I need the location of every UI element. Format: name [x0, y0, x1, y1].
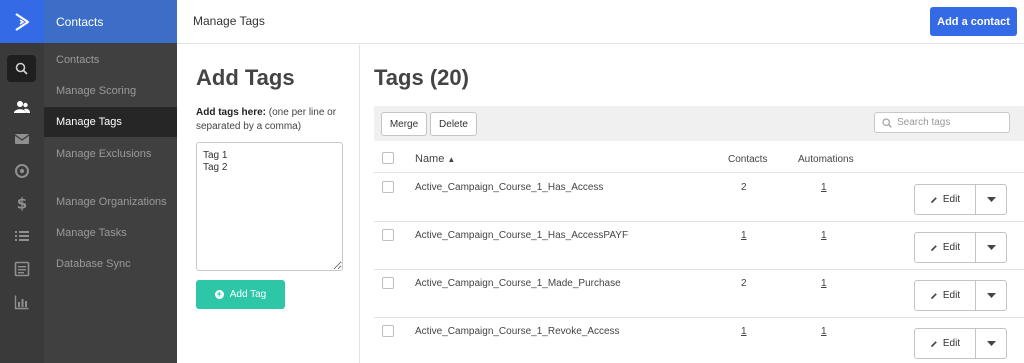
pencil-icon	[930, 244, 937, 251]
chevron-down-icon[interactable]	[976, 185, 1006, 214]
search-icon	[882, 117, 892, 128]
sidebar: Contacts Contacts Manage Scoring Manage …	[44, 0, 177, 363]
table-row: Active_Campaign_Course_1_Has_AccessPAYF …	[374, 222, 1024, 270]
tag-contacts-link[interactable]: 1	[741, 230, 747, 241]
edit-button-label: Edit	[942, 194, 961, 205]
column-header-name[interactable]: Name ▲	[415, 153, 455, 165]
sidebar-item-manage-organizations[interactable]: Manage Organizations	[44, 187, 177, 217]
dollar-icon[interactable]: $	[0, 188, 44, 218]
add-tag-button-label: Add Tag	[229, 289, 267, 300]
tag-name: Active_Campaign_Course_1_Has_Access	[415, 182, 604, 193]
sidebar-item-manage-exclusions[interactable]: Manage Exclusions	[44, 139, 177, 169]
tag-name: Active_Campaign_Course_1_Revoke_Access	[415, 326, 620, 337]
column-header-name-label: Name	[415, 153, 445, 165]
document-icon[interactable]	[0, 254, 44, 284]
add-contact-button[interactable]: Add a contact	[930, 7, 1017, 36]
svg-text:$: $	[17, 195, 27, 211]
tag-automations-link[interactable]: 1	[821, 326, 827, 337]
list-icon[interactable]	[0, 221, 44, 251]
add-tags-hint: Add tags here: (one per line or separate…	[196, 106, 356, 134]
sidebar-item-manage-tasks[interactable]: Manage Tasks	[44, 218, 177, 248]
sidebar-item-manage-tags[interactable]: Manage Tags	[44, 107, 177, 137]
chevron-down-icon[interactable]	[976, 281, 1006, 310]
plus-icon: +	[214, 289, 224, 299]
search-icon[interactable]	[7, 55, 36, 82]
logo-icon[interactable]	[0, 0, 44, 43]
tag-automations-link[interactable]: 1	[821, 230, 827, 241]
add-tags-title: Add Tags	[196, 65, 295, 90]
table-row: Active_Campaign_Course_1_Revoke_Access 1…	[374, 318, 1024, 363]
add-tags-panel: Add Tags Add tags here: (one per line or…	[177, 45, 360, 363]
sidebar-item-manage-scoring[interactable]: Manage Scoring	[44, 76, 177, 106]
edit-button-group: Edit	[914, 328, 1007, 359]
top-bar: Manage Tags Add a contact	[177, 0, 1024, 44]
tag-automations-link[interactable]: 1	[821, 278, 827, 289]
table-header: Name ▲ Contacts Automations	[374, 145, 1024, 173]
tags-panel: Tags (20) Merge Delete Name ▲ Contacts A…	[361, 45, 1024, 363]
edit-button[interactable]: Edit	[915, 185, 976, 214]
row-checkbox[interactable]	[382, 277, 394, 289]
search-tags	[874, 112, 1010, 133]
table-row: Active_Campaign_Course_1_Made_Purchase 2…	[374, 270, 1024, 318]
tag-automations-link[interactable]: 1	[821, 182, 827, 193]
row-checkbox[interactable]	[382, 181, 394, 193]
edit-button-label: Edit	[942, 338, 961, 349]
sort-asc-icon: ▲	[447, 155, 456, 164]
pencil-icon	[930, 340, 937, 347]
sidebar-header[interactable]: Contacts	[44, 0, 177, 43]
delete-button[interactable]: Delete	[430, 112, 477, 136]
pencil-icon	[930, 196, 937, 203]
edit-button-group: Edit	[914, 232, 1007, 263]
edit-button-label: Edit	[942, 242, 961, 253]
edit-button-group: Edit	[914, 280, 1007, 311]
search-tags-input[interactable]	[897, 117, 1007, 128]
edit-button[interactable]: Edit	[915, 233, 976, 262]
column-header-automations[interactable]: Automations	[798, 154, 854, 165]
table-row: Active_Campaign_Course_1_Has_Access 2 1 …	[374, 174, 1024, 222]
sidebar-item-database-sync[interactable]: Database Sync	[44, 249, 177, 279]
chart-icon[interactable]	[0, 287, 44, 317]
column-header-contacts[interactable]: Contacts	[728, 154, 767, 165]
select-all-checkbox[interactable]	[382, 152, 394, 164]
pencil-icon	[930, 292, 937, 299]
tag-name: Active_Campaign_Course_1_Made_Purchase	[415, 278, 621, 289]
page-title: Manage Tags	[193, 14, 265, 28]
merge-button[interactable]: Merge	[381, 112, 427, 136]
tag-contacts-count: 2	[741, 182, 747, 193]
tags-toolbar: Merge Delete	[374, 106, 1024, 141]
mail-icon[interactable]	[0, 124, 44, 154]
chevron-down-icon[interactable]	[976, 233, 1006, 262]
tag-contacts-count: 2	[741, 278, 747, 289]
row-checkbox[interactable]	[382, 325, 394, 337]
row-checkbox[interactable]	[382, 229, 394, 241]
edit-button[interactable]: Edit	[915, 281, 976, 310]
tag-contacts-link[interactable]: 1	[741, 326, 747, 337]
add-tags-hint-bold: Add tags here:	[196, 107, 267, 118]
icon-rail: $	[0, 0, 44, 363]
tags-title: Tags (20)	[374, 65, 469, 90]
add-tag-button[interactable]: + Add Tag	[196, 280, 285, 309]
chevron-down-icon[interactable]	[976, 329, 1006, 358]
add-tags-textarea[interactable]: Tag 1 Tag 2	[196, 142, 343, 271]
edit-button-group: Edit	[914, 184, 1007, 215]
edit-button-label: Edit	[942, 290, 961, 301]
edit-button[interactable]: Edit	[915, 329, 976, 358]
sidebar-item-contacts[interactable]: Contacts	[44, 45, 177, 75]
contacts-icon[interactable]	[0, 92, 44, 122]
target-icon[interactable]	[0, 156, 44, 186]
tag-name: Active_Campaign_Course_1_Has_AccessPAYF	[415, 230, 629, 241]
